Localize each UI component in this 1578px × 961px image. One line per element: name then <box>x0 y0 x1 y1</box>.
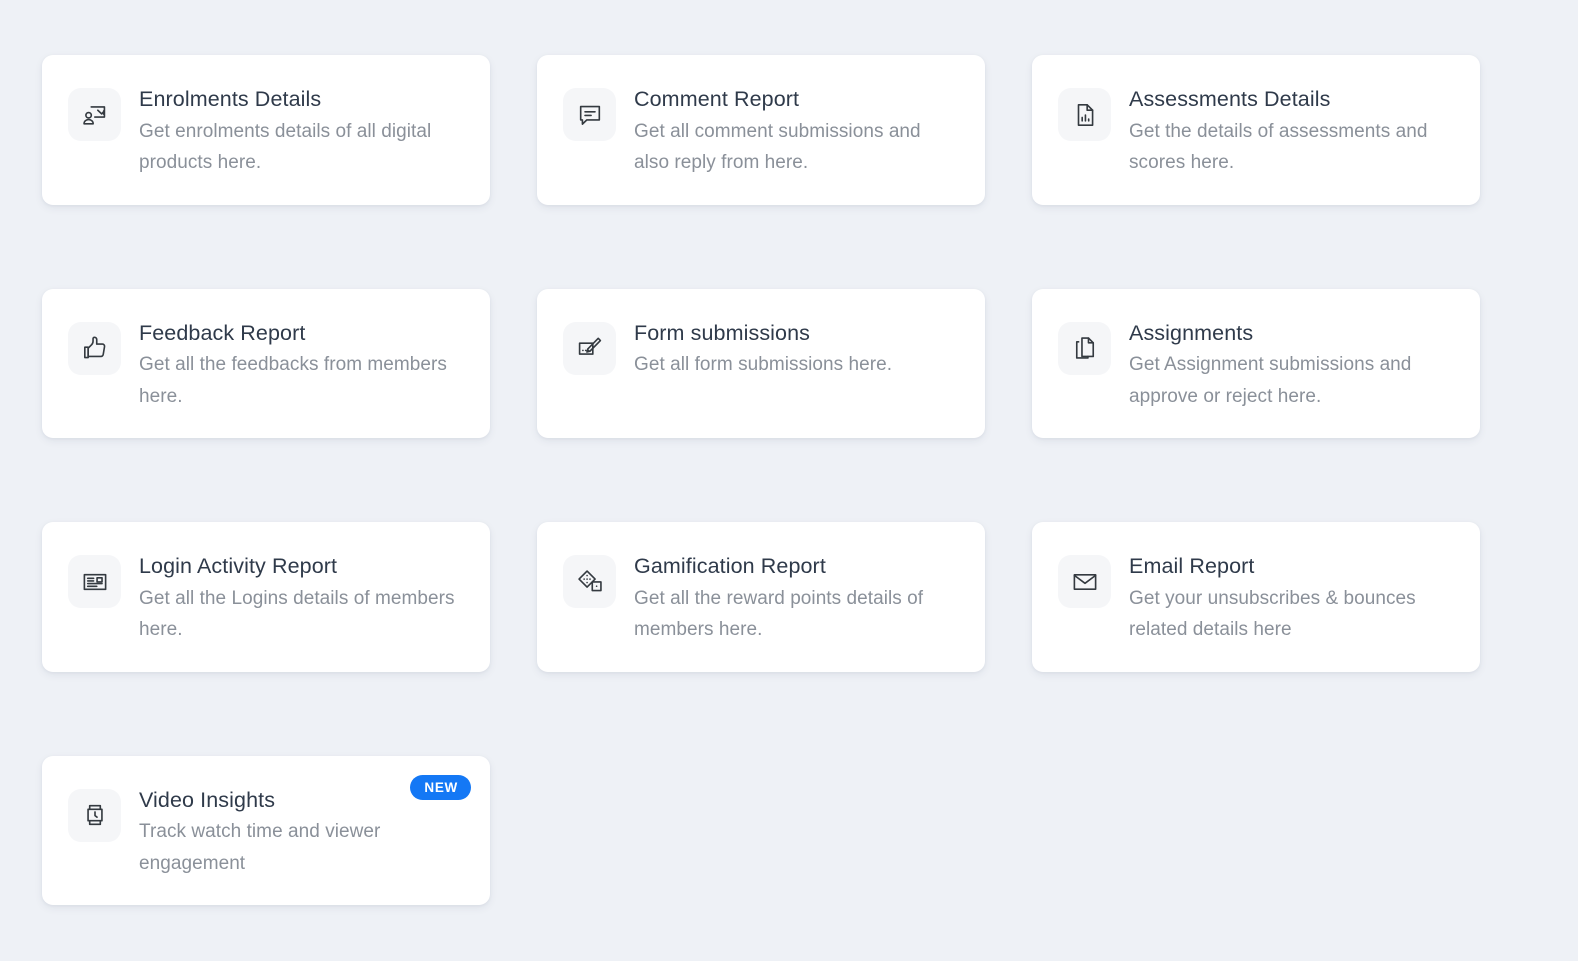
report-card-video-insights[interactable]: Video Insights Track watch time and viewe… <box>42 755 490 906</box>
card-description: Get all the Logins details of members he… <box>139 587 455 641</box>
thumbs-up-icon <box>68 321 121 375</box>
reports-card-grid: Enrolments Details Get enrolments details… <box>0 0 1578 906</box>
card-title: Login Activity Report <box>139 554 338 579</box>
card-text-block: Gamification Report Get all the reward po… <box>634 553 959 646</box>
report-card-email-report[interactable]: Email Report Get your unsubscribes & boun… <box>1032 522 1480 672</box>
smartwatch-icon <box>68 788 121 842</box>
card-text-block: Email Report Get your unsubscribes & boun… <box>1129 553 1454 646</box>
form-pencil-icon <box>563 321 616 375</box>
card-description: Get enrolments details of all digital pr… <box>139 120 432 174</box>
card-text-block: Feedback Report Get all the feedbacks fro… <box>139 320 464 413</box>
report-card-feedback-report[interactable]: Feedback Report Get all the feedbacks fro… <box>42 288 490 439</box>
card-text-block: Assessments Details Get the details of as… <box>1129 86 1454 179</box>
card-text-block: Login Activity Report Get all the Logins … <box>139 553 464 646</box>
copy-documents-icon <box>1058 321 1111 375</box>
card-description: Get the details of assessments and score… <box>1129 120 1428 174</box>
report-card-enrolments-details[interactable]: Enrolments Details Get enrolments details… <box>42 55 490 205</box>
document-chart-icon <box>1058 88 1111 141</box>
card-description: Get all form submissions here. <box>634 354 893 376</box>
card-title: Gamification Report <box>634 554 826 579</box>
report-card-login-activity-report[interactable]: Login Activity Report Get all the Logins … <box>42 522 490 672</box>
card-title: Enrolments Details <box>139 87 322 111</box>
presentation-user-icon <box>68 88 121 141</box>
envelope-icon <box>1058 555 1111 609</box>
report-card-assignments[interactable]: Assignments Get Assignment submissions an… <box>1032 288 1480 439</box>
report-card-comment-report[interactable]: Comment Report Get all comment submission… <box>537 55 985 205</box>
card-text-block: Video Insights Track watch time and viewe… <box>139 787 464 880</box>
report-card-assessments-details[interactable]: Assessments Details Get the details of as… <box>1032 55 1480 205</box>
card-description: Track watch time and viewer engagement <box>139 821 381 874</box>
report-card-gamification-report[interactable]: Gamification Report Get all the reward po… <box>537 522 985 672</box>
card-text-block: Comment Report Get all comment submission… <box>634 86 959 179</box>
card-description: Get Assignment submissions and approve o… <box>1129 354 1412 407</box>
new-badge: NEW <box>410 774 471 801</box>
card-title: Form submissions <box>634 320 811 345</box>
card-title: Assignments <box>1129 320 1254 345</box>
card-description: Get all comment submissions and also rep… <box>634 120 921 174</box>
card-description: Get your unsubscribes & bounces related … <box>1129 587 1416 641</box>
card-text-block: Form submissions Get all form submissions… <box>634 320 959 381</box>
card-description: Get all the reward points details of mem… <box>634 587 924 641</box>
dice-icon <box>563 555 616 609</box>
card-text-block: Enrolments Details Get enrolments details… <box>139 86 464 179</box>
card-title: Comment Report <box>634 87 800 111</box>
id-card-icon <box>68 555 121 609</box>
card-title: Assessments Details <box>1129 87 1331 111</box>
report-card-form-submissions[interactable]: Form submissions Get all form submissions… <box>537 288 985 439</box>
card-text-block: Assignments Get Assignment submissions an… <box>1129 320 1454 413</box>
card-description: Get all the feedbacks from members here. <box>139 354 447 407</box>
card-title: Feedback Report <box>139 320 306 345</box>
card-title: Email Report <box>1129 554 1255 579</box>
comment-bubble-icon <box>563 88 616 141</box>
